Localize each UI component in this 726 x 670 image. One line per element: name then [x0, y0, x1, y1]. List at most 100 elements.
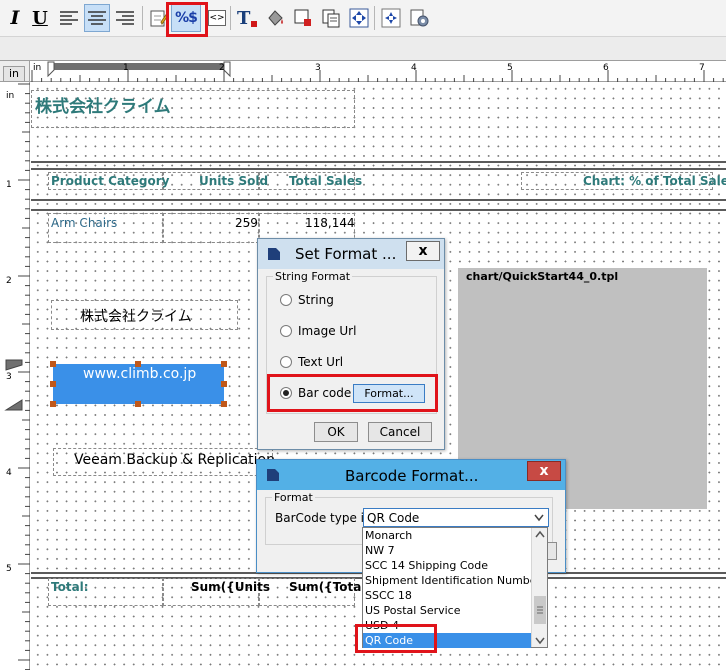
toolbar: I U %$ <> T	[0, 0, 726, 37]
toolbar-spacer	[0, 37, 726, 61]
dropdown-item[interactable]: Shipment Identification Number	[363, 573, 541, 588]
align-left-icon	[60, 11, 78, 25]
footer-sum-total: Sum({Total	[289, 580, 366, 594]
chevron-down-icon	[534, 514, 544, 522]
edit-button[interactable]	[146, 4, 172, 32]
radio-button[interactable]	[280, 294, 292, 306]
ok-button-partial[interactable]	[547, 542, 557, 560]
scroll-up-icon[interactable]	[532, 528, 548, 542]
set-format-titlebar[interactable]: Set Format ... x	[258, 239, 444, 269]
underline-button[interactable]: U	[27, 4, 53, 32]
radio-text-url[interactable]: Text Url	[280, 355, 343, 369]
radio-string[interactable]: String	[280, 293, 334, 307]
align-center-button[interactable]	[84, 4, 110, 32]
radio-image-url[interactable]: Image Url	[280, 324, 356, 338]
horizontal-ruler[interactable]: in 1 2 3 4 5 6 7	[30, 61, 726, 82]
barcode-type-dropdown[interactable]: Monarch NW 7 SCC 14 Shipping Code Shipment …	[362, 527, 548, 648]
ruler-start-label: in	[33, 63, 42, 73]
dropdown-item[interactable]: SSCC 18	[363, 588, 531, 603]
text-color-button[interactable]: T	[234, 4, 260, 32]
dropdown-scrollbar[interactable]	[531, 528, 547, 647]
resize-handle[interactable]	[135, 361, 141, 367]
ruler-unit-button[interactable]: in	[3, 66, 25, 82]
dropdown-item[interactable]: QR Code	[363, 633, 531, 648]
cancel-button[interactable]: Cancel	[368, 422, 432, 442]
barcode-type-value: QR Code	[367, 511, 420, 525]
vertical-ruler[interactable]: in 1 2 3 4 5	[0, 82, 30, 670]
align-left-button[interactable]	[56, 4, 82, 32]
url-field-text: www.climb.co.jp	[83, 366, 197, 382]
ruler-ticks	[31, 61, 724, 82]
company-label-field[interactable]: 株式会社クライム	[51, 300, 238, 330]
barcode-title: Barcode Format...	[345, 467, 479, 485]
ruler-number: 2	[219, 63, 225, 73]
grip-icon	[537, 606, 543, 614]
close-icon[interactable]: x	[406, 241, 440, 261]
scrollbar-thumb[interactable]	[534, 596, 546, 624]
format-button[interactable]: Format...	[353, 384, 425, 403]
layout-icon	[381, 8, 401, 28]
barcode-titlebar[interactable]: Barcode Format... x	[257, 460, 565, 490]
align-center-icon	[88, 11, 106, 25]
text-color-icon: T	[237, 8, 257, 29]
resize-handle[interactable]	[221, 381, 227, 387]
toolbar-separator	[230, 6, 231, 30]
align-right-button[interactable]	[112, 4, 138, 32]
ruler-number: 4	[6, 468, 12, 478]
ruler-start-label: in	[6, 91, 15, 101]
html-tag-button[interactable]: <>	[204, 4, 230, 32]
settings-icon	[410, 9, 429, 27]
band-separator	[31, 161, 726, 163]
scroll-down-icon[interactable]	[532, 633, 548, 647]
ruler-number: 6	[603, 63, 609, 73]
edit-icon	[150, 10, 169, 27]
ok-button[interactable]: OK	[314, 422, 358, 442]
fill-color-button[interactable]	[262, 4, 288, 32]
move-icon	[349, 8, 369, 28]
ruler-number: 4	[411, 63, 417, 73]
close-icon[interactable]: x	[527, 461, 561, 481]
align-right-icon	[116, 11, 134, 25]
copy-format-icon	[322, 9, 340, 28]
barcode-type-select[interactable]: QR Code	[363, 508, 549, 527]
set-format-button[interactable]: %$	[171, 4, 201, 32]
border-button[interactable]	[290, 4, 316, 32]
format-group-label: Format	[272, 491, 315, 504]
radio-button-selected[interactable]	[280, 387, 292, 399]
dropdown-item[interactable]: USD 4	[363, 618, 531, 633]
set-format-dialog: Set Format ... x String Format String Im…	[257, 238, 445, 450]
resize-handle[interactable]	[135, 401, 141, 407]
set-format-icon: %$	[175, 10, 198, 26]
resize-handle[interactable]	[221, 401, 227, 407]
title-field[interactable]: 株式会社クライム	[31, 90, 355, 128]
fill-color-icon	[268, 10, 283, 26]
ruler-number: 7	[699, 63, 705, 73]
dropdown-item[interactable]: Monarch	[363, 528, 531, 543]
ruler-number: 5	[507, 63, 513, 73]
layout-button[interactable]	[378, 4, 404, 32]
resize-handle[interactable]	[50, 381, 56, 387]
dropdown-item[interactable]: NW 7	[363, 543, 531, 558]
row-category: Arm Chairs	[51, 216, 118, 230]
italic-button[interactable]: I	[2, 4, 28, 32]
row-units: 259	[235, 216, 258, 230]
move-button[interactable]	[346, 4, 372, 32]
resize-handle[interactable]	[221, 361, 227, 367]
dropdown-item[interactable]: US Postal Service	[363, 603, 531, 618]
ruler-number: 3	[315, 63, 321, 73]
radio-button[interactable]	[280, 356, 292, 368]
radio-button[interactable]	[280, 325, 292, 337]
ruler-number: 1	[123, 63, 129, 73]
chart-template-name: chart/QuickStart44_0.tpl	[466, 270, 619, 283]
set-format-title: Set Format ...	[295, 245, 397, 263]
dropdown-item[interactable]: SCC 14 Shipping Code	[363, 558, 531, 573]
veeam-field[interactable]: Veeam Backup & Replication	[53, 448, 275, 476]
url-field-selected[interactable]: www.climb.co.jp	[53, 364, 224, 404]
company-title: 株式会社クライム	[35, 97, 171, 117]
html-tag-icon: <>	[208, 10, 226, 26]
resize-handle[interactable]	[50, 401, 56, 407]
settings-button[interactable]	[406, 4, 432, 32]
copy-format-button[interactable]	[318, 4, 344, 32]
radio-bar-code[interactable]: Bar code	[280, 386, 351, 400]
resize-handle[interactable]	[50, 361, 56, 367]
